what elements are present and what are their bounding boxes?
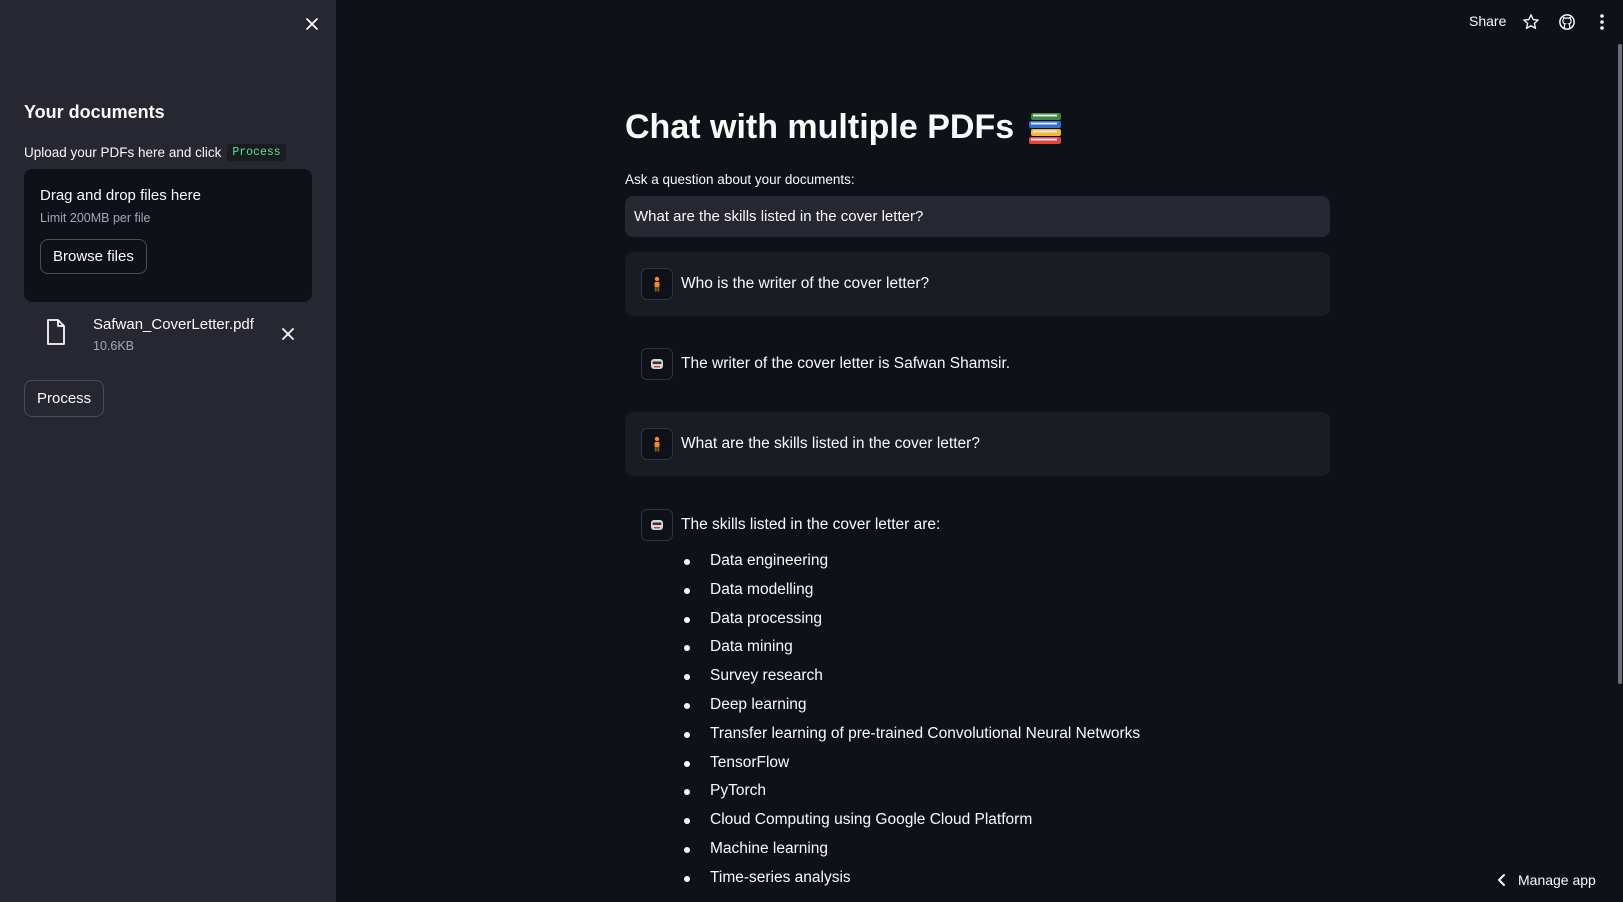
avatar xyxy=(641,428,673,460)
bot-avatar-icon xyxy=(651,359,663,369)
question-input[interactable] xyxy=(625,196,1330,237)
manage-app-button[interactable]: Manage app xyxy=(1496,872,1596,888)
list-item: Time-series analysis xyxy=(682,864,1140,893)
message-text: Who is the writer of the cover letter? xyxy=(681,275,930,292)
avatar xyxy=(641,509,673,541)
user-avatar-icon xyxy=(654,436,660,452)
github-button[interactable] xyxy=(1556,11,1578,33)
list-item: Deep learning xyxy=(682,691,1140,720)
main-menu-button[interactable] xyxy=(1591,11,1613,33)
books-emoji-icon xyxy=(1029,112,1062,144)
skills-list: Data engineering Data modelling Data pro… xyxy=(682,547,1140,893)
upload-instruction-text: Upload your PDFs here and click xyxy=(24,145,222,160)
avatar xyxy=(641,348,673,380)
file-dropzone[interactable]: Drag and drop files here Limit 200MB per… xyxy=(24,169,312,302)
dropzone-title: Drag and drop files here xyxy=(40,187,201,204)
uploaded-file-row: Safwan_CoverLetter.pdf 10.6KB xyxy=(24,310,312,360)
upload-instruction: Upload your PDFs here and click Process xyxy=(24,144,286,161)
list-item: Transfer learning of pre-trained Convolu… xyxy=(682,720,1140,749)
more-vertical-icon xyxy=(1600,14,1604,30)
page-title-text: Chat with multiple PDFs xyxy=(625,108,1015,146)
page-title: Chat with multiple PDFs xyxy=(625,108,1064,147)
share-button[interactable]: Share xyxy=(1469,13,1506,29)
star-button[interactable] xyxy=(1520,11,1542,33)
file-size: 10.6KB xyxy=(93,339,135,353)
user-avatar-icon xyxy=(654,276,660,292)
list-item: Survey research xyxy=(682,662,1140,691)
file-name: Safwan_CoverLetter.pdf xyxy=(93,316,254,333)
list-item: Cloud Computing using Google Cloud Platf… xyxy=(682,806,1140,835)
chevron-left-icon xyxy=(1498,874,1505,886)
manage-app-label: Manage app xyxy=(1518,872,1596,888)
close-icon xyxy=(306,18,318,30)
message-text: What are the skills listed in the cover … xyxy=(681,435,980,452)
close-icon xyxy=(282,328,294,340)
list-item: Machine learning xyxy=(682,835,1140,864)
close-sidebar-button[interactable] xyxy=(300,12,324,36)
list-item: Data engineering xyxy=(682,547,1140,576)
list-item: TensorFlow xyxy=(682,749,1140,778)
chat-message-bot: The writer of the cover letter is Safwan… xyxy=(625,332,1330,396)
file-icon xyxy=(47,319,65,345)
question-label: Ask a question about your documents: xyxy=(625,172,855,187)
process-button[interactable]: Process xyxy=(24,380,105,417)
chat-message-user: What are the skills listed in the cover … xyxy=(625,412,1330,476)
list-item: Data modelling xyxy=(682,576,1140,605)
star-icon xyxy=(1523,14,1539,29)
dropzone-limit: Limit 200MB per file xyxy=(40,211,151,225)
message-text: The skills listed in the cover letter ar… xyxy=(681,516,941,533)
sidebar-title: Your documents xyxy=(24,102,165,122)
list-item: PyTorch xyxy=(682,777,1140,806)
github-icon xyxy=(1559,14,1575,30)
list-item: Data processing xyxy=(682,605,1140,634)
message-text: The writer of the cover letter is Safwan… xyxy=(681,355,1011,372)
process-code-label: Process xyxy=(227,144,286,161)
chat-message-user: Who is the writer of the cover letter? xyxy=(625,252,1330,316)
browse-files-button[interactable]: Browse files xyxy=(40,239,147,274)
bot-avatar-icon xyxy=(651,520,663,530)
sidebar: Your documents Upload your PDFs here and… xyxy=(0,0,336,902)
scrollbar[interactable] xyxy=(1618,44,1622,684)
list-item: Data mining xyxy=(682,633,1140,662)
remove-file-button[interactable] xyxy=(278,324,298,344)
avatar xyxy=(641,268,673,300)
